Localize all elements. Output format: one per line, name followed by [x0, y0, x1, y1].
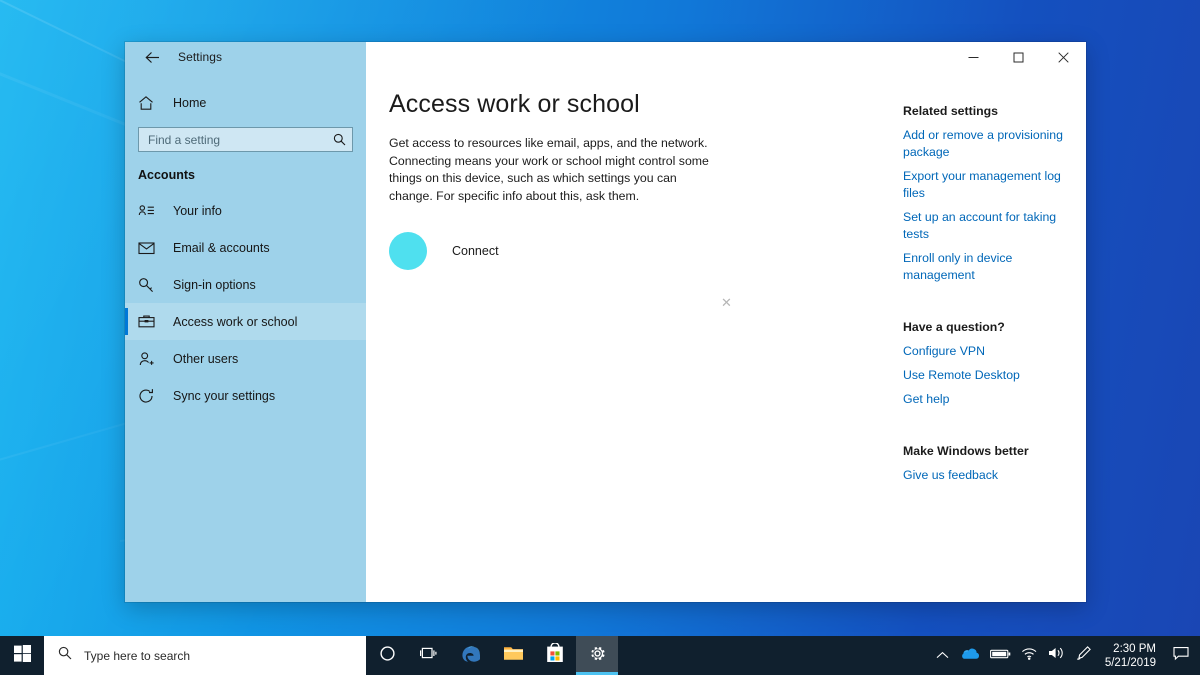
related-settings-panel: Related settings Add or remove a provisi…: [886, 90, 1086, 602]
question-link-get-help[interactable]: Get help: [903, 391, 1083, 408]
find-a-setting-box[interactable]: [138, 127, 353, 152]
have-a-question-heading: Have a question?: [903, 320, 1005, 334]
connect-highlight-circle[interactable]: [389, 232, 427, 270]
key-icon: [138, 277, 164, 293]
notification-icon: [1173, 646, 1189, 666]
window-controls: [366, 42, 1086, 72]
pen-menu-button[interactable]: [1071, 636, 1097, 675]
windows-logo-icon: [13, 644, 31, 667]
question-link-configure-vpn[interactable]: Configure VPN: [903, 343, 1083, 360]
panel-spacer: [903, 415, 1086, 444]
task-view-icon: [419, 645, 439, 666]
sync-icon: [138, 388, 164, 404]
file-explorer-icon: [503, 644, 524, 667]
microsoft-store-button[interactable]: [534, 636, 576, 675]
wifi-icon: [1021, 647, 1038, 665]
maximize-button[interactable]: [996, 42, 1041, 72]
back-arrow-icon[interactable]: [138, 43, 166, 71]
home-icon: [138, 95, 164, 111]
connect-label: Connect: [452, 244, 499, 258]
settings-taskbar-button[interactable]: [576, 636, 618, 675]
sidebar-item-label: Access work or school: [173, 314, 298, 329]
content-main-column: Access work or school Get access to reso…: [366, 90, 886, 602]
taskbar-search-box[interactable]: Type here to search: [44, 636, 366, 675]
cortana-icon: [379, 645, 396, 667]
show-hidden-icons-button[interactable]: [930, 636, 956, 675]
titlebar-left-region: Settings: [125, 42, 366, 72]
related-settings-heading: Related settings: [903, 104, 998, 118]
sidebar-item-label: Email & accounts: [173, 240, 270, 255]
file-explorer-button[interactable]: [492, 636, 534, 675]
sidebar-search-wrap: [125, 121, 366, 154]
sidebar-item-email-accounts[interactable]: Email & accounts: [125, 229, 366, 266]
window-title: Settings: [178, 50, 223, 64]
clock-date: 5/21/2019: [1104, 656, 1156, 669]
sidebar-item-other-users[interactable]: Other users: [125, 340, 366, 377]
volume-icon: [1048, 646, 1066, 665]
page-description: Get access to resources like email, apps…: [389, 136, 709, 203]
envelope-icon: [138, 241, 164, 255]
cortana-button[interactable]: [366, 636, 408, 675]
sidebar-item-label: Your info: [173, 203, 222, 218]
related-link-provisioning-package[interactable]: Add or remove a provisioning package: [903, 127, 1083, 161]
page-title: Access work or school: [389, 90, 640, 118]
taskbar-app-buttons: [366, 636, 618, 675]
microsoft-store-icon: [546, 642, 564, 668]
close-button[interactable]: [1041, 42, 1086, 72]
pen-menu-icon: [1076, 645, 1092, 666]
sidebar-item-sign-in-options[interactable]: Sign-in options: [125, 266, 366, 303]
settings-sidebar: Home Accounts: [125, 72, 366, 602]
taskbar-clock[interactable]: 2:30 PM 5/21/2019: [1097, 636, 1166, 675]
briefcase-icon: [138, 314, 164, 329]
sidebar-item-label: Other users: [173, 351, 239, 366]
feedback-link-give-us-feedback[interactable]: Give us feedback: [903, 467, 1083, 484]
make-windows-better-heading: Make Windows better: [903, 444, 1029, 458]
panel-spacer: [903, 291, 1086, 320]
settings-window: Settings Home Find a setting Accounts Yo…: [125, 42, 1086, 602]
window-titlebar: Settings: [125, 42, 1086, 72]
onedrive-icon: [961, 647, 980, 665]
related-link-export-management-log[interactable]: Export your management log files: [903, 168, 1083, 202]
microsoft-edge-button[interactable]: [450, 636, 492, 675]
system-tray: 2:30 PM 5/21/2019: [930, 636, 1200, 675]
sidebar-item-access-work-or-school[interactable]: Access work or school: [125, 303, 366, 340]
search-input[interactable]: [148, 132, 333, 147]
window-body: Home Accounts: [125, 72, 1086, 602]
related-link-enroll-device-management[interactable]: Enroll only in device management: [903, 250, 1083, 284]
battery-button[interactable]: [985, 636, 1016, 675]
sidebar-item-your-info[interactable]: Your info: [125, 192, 366, 229]
question-link-use-remote-desktop[interactable]: Use Remote Desktop: [903, 367, 1083, 384]
chevron-up-icon: [936, 647, 949, 665]
search-icon: [333, 133, 346, 146]
search-icon: [58, 646, 72, 665]
desktop: Settings Home Find a setting Accounts Yo…: [0, 0, 1200, 675]
action-center-button[interactable]: [1166, 636, 1196, 675]
volume-button[interactable]: [1043, 636, 1071, 675]
onedrive-button[interactable]: [956, 636, 985, 675]
person-add-icon: [138, 351, 164, 367]
taskbar-search-placeholder: Type here to search: [84, 648, 191, 663]
wifi-button[interactable]: [1016, 636, 1043, 675]
task-view-button[interactable]: [408, 636, 450, 675]
settings-gear-icon: [588, 644, 607, 668]
sidebar-item-label: Sign-in options: [173, 277, 256, 292]
contact-card-icon: [138, 203, 164, 218]
settings-content: Access work or school Get access to reso…: [366, 72, 1086, 602]
related-link-account-taking-tests[interactable]: Set up an account for taking tests: [903, 209, 1083, 243]
sidebar-group-title: Accounts: [138, 168, 195, 182]
cursor-x-marker: ✕: [721, 295, 732, 310]
minimize-button[interactable]: [951, 42, 996, 72]
taskbar: Type here to search 2:30 PM 5/21/2019: [0, 636, 1200, 675]
sidebar-item-sync-your-settings[interactable]: Sync your settings: [125, 377, 366, 414]
clock-time: 2:30 PM: [1113, 642, 1156, 655]
connect-row[interactable]: Connect: [389, 232, 886, 270]
start-button[interactable]: [0, 636, 44, 675]
edge-icon: [461, 643, 482, 669]
battery-icon: [989, 647, 1011, 665]
sidebar-item-home[interactable]: Home: [125, 84, 366, 121]
sidebar-item-label: Sync your settings: [173, 388, 276, 403]
sidebar-item-label: Home: [173, 95, 207, 110]
